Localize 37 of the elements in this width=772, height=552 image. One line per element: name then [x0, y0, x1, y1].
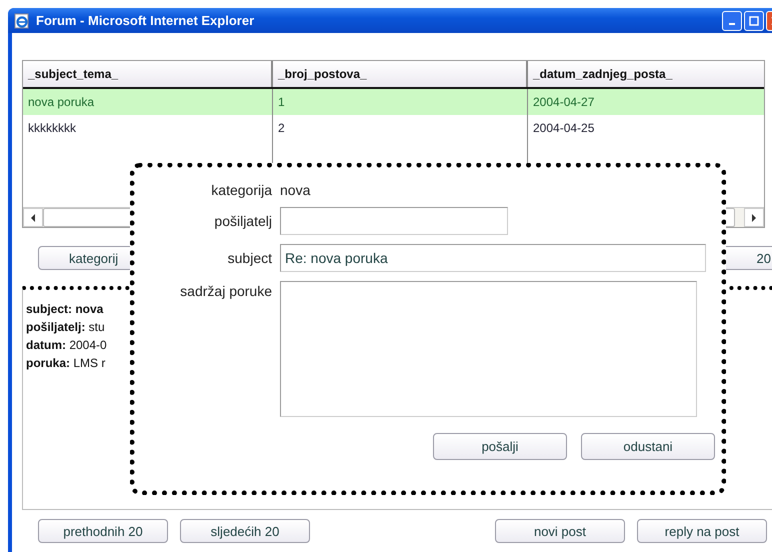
- browser-icon: [14, 12, 30, 28]
- maximize-icon: [749, 16, 759, 26]
- window-title: Forum - Microsoft Internet Explorer: [36, 13, 254, 28]
- table-cell-text: nova poruka: [27, 95, 96, 109]
- column-header[interactable]: _datum_zadnjeg_posta_: [528, 61, 764, 87]
- column-header[interactable]: _broj_postova_: [273, 61, 528, 87]
- maximize-button[interactable]: [744, 10, 764, 30]
- field-value: nova: [280, 182, 310, 198]
- input-field[interactable]: [280, 207, 508, 235]
- button[interactable]: pošalji: [433, 433, 567, 460]
- detail-line: datum: 2004-0: [26, 337, 108, 354]
- minimize-button[interactable]: [722, 10, 742, 30]
- field-label: subject: [228, 250, 272, 266]
- button[interactable]: reply na post: [637, 519, 767, 543]
- field-label: pošiljatelj: [214, 213, 272, 229]
- button[interactable]: sljedećih 20: [180, 519, 310, 543]
- button[interactable]: odustani: [581, 433, 715, 460]
- detail-line: subject: nova: [26, 301, 104, 318]
- table-cell-text: 2004-04-25: [532, 121, 596, 135]
- table-cell-text: 2004-04-27: [532, 95, 596, 109]
- field-label: kategorija: [211, 182, 272, 198]
- minimize-icon: [729, 22, 735, 24]
- button[interactable]: novi post: [495, 519, 625, 543]
- message-field[interactable]: [280, 281, 697, 417]
- detail-line: pošiljatelj: stu: [26, 319, 106, 336]
- detail-line: poruka: LMS r: [26, 355, 106, 372]
- table-cell-text: kkkkkkkk: [27, 121, 77, 135]
- input-field[interactable]: Re: nova poruka: [280, 244, 706, 272]
- column-header[interactable]: _subject_tema_: [23, 61, 273, 87]
- left-arrow-icon: [30, 214, 36, 222]
- right-arrow-icon: [751, 214, 757, 222]
- table-row[interactable]: nova poruka 1 2004-04-27: [23, 89, 764, 115]
- table-cell-text: 2: [277, 121, 286, 135]
- table-row[interactable]: kkkkkkkk 2 2004-04-25: [23, 115, 764, 141]
- table-cell-text: 1: [277, 95, 286, 109]
- field-label: sadržaj poruke: [180, 283, 272, 299]
- button[interactable]: prethodnih 20: [38, 519, 168, 543]
